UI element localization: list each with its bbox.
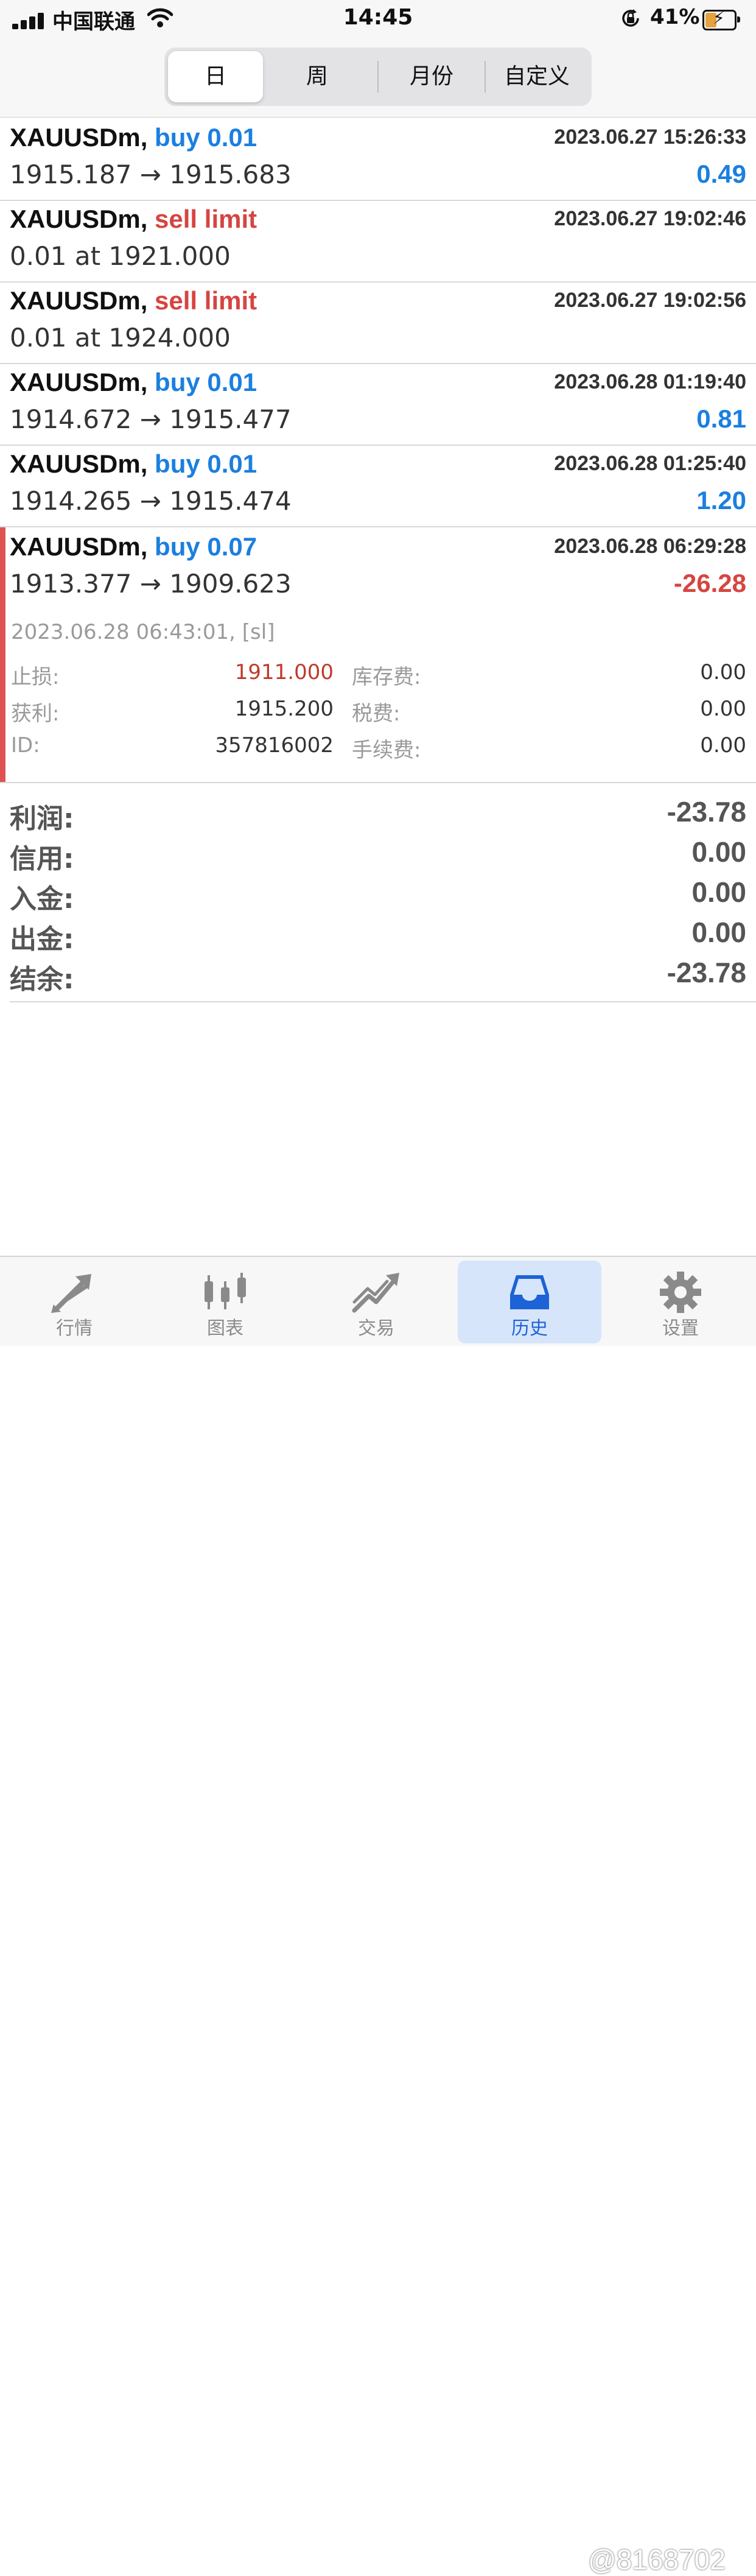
summary-label-credit: 信用: <box>10 843 74 875</box>
stop-loss-value: 1911.000 <box>234 660 334 684</box>
trade-prices: 1914.265 → 1915.474 <box>10 486 292 516</box>
summary-value-credit: 0.00 <box>691 836 746 868</box>
divider <box>10 1001 756 1002</box>
battery-icon: ⚡ <box>702 8 740 30</box>
trade-row[interactable]: XAUUSDm, sell limit 2023.06.27 19:02:56 … <box>0 281 756 364</box>
tab-chart[interactable]: 图表 <box>153 1261 297 1343</box>
trade-row[interactable]: XAUUSDm, buy 0.01 2023.06.27 15:26:33 19… <box>0 118 756 201</box>
trade-action: sell limit <box>155 286 257 315</box>
swap-value: 0.00 <box>700 660 746 684</box>
tax-label: 税费: <box>352 702 401 726</box>
summary-label-deposit: 入金: <box>10 884 74 915</box>
summary-value-deposit: 0.00 <box>691 876 746 908</box>
commission-value: 0.00 <box>700 733 746 758</box>
swap-label: 库存费: <box>352 665 421 689</box>
trade-prices: 0.01 at 1924.000 <box>10 323 231 353</box>
orientation-lock-icon <box>622 9 639 27</box>
header: 中国联通 14:45 41% ⚡ 日 周 月份 自定义 <box>0 0 756 118</box>
history-inbox-icon <box>510 1275 549 1309</box>
trade-datetime: 2023.06.28 01:19:40 <box>554 370 746 393</box>
trade-datetime: 2023.06.27 15:26:33 <box>554 125 746 149</box>
trade-prices: 0.01 at 1921.000 <box>10 241 231 271</box>
period-tab-day[interactable]: 日 <box>168 51 263 102</box>
quotes-arrows-icon <box>51 1274 91 1313</box>
trade-profit: -26.28 <box>673 569 746 597</box>
watermark: @8168702 <box>588 2544 726 2575</box>
battery-percent: 41% <box>650 5 700 29</box>
trade-symbol: XAUUSDm, <box>10 532 148 561</box>
tab-trade[interactable]: 交易 <box>304 1261 448 1343</box>
id-value: 357816002 <box>215 733 334 758</box>
period-tab-week[interactable]: 周 <box>265 51 369 102</box>
period-segmented-control: 日 周 月份 自定义 <box>164 48 592 106</box>
trade-action: buy 0.07 <box>155 532 257 561</box>
id-label: ID: <box>11 733 40 758</box>
trade-symbol: XAUUSDm, <box>10 205 148 233</box>
take-profit-value: 1915.200 <box>234 697 334 721</box>
stop-loss-marker <box>0 527 5 782</box>
stop-loss-label: 止损: <box>11 665 60 689</box>
trade-row[interactable]: XAUUSDm, sell limit 2023.06.27 19:02:46 … <box>0 200 756 283</box>
tax-value: 0.00 <box>700 697 746 721</box>
trade-prices: 1913.377 → 1909.623 <box>10 569 292 599</box>
tab-label: 图表 <box>207 1318 243 1339</box>
close-info: 2023.06.28 06:43:01, [sl] <box>11 620 275 644</box>
trade-prices: 1914.672 → 1915.477 <box>10 404 292 434</box>
status-bar: 中国联通 14:45 41% ⚡ <box>0 0 756 39</box>
commission-label: 手续费: <box>352 738 421 762</box>
summary-label-balance: 结余: <box>10 964 74 995</box>
trade-symbol: XAUUSDm, <box>10 449 148 478</box>
period-tab-month[interactable]: 月份 <box>379 51 485 102</box>
trade-action: buy 0.01 <box>155 368 257 396</box>
trade-symbol: XAUUSDm, <box>10 368 148 396</box>
tab-label: 历史 <box>511 1318 548 1339</box>
trade-profit: 0.81 <box>696 404 746 433</box>
trade-datetime: 2023.06.27 19:02:46 <box>554 207 746 230</box>
tab-quotes[interactable]: 行情 <box>2 1261 146 1343</box>
clock: 14:45 <box>343 5 413 30</box>
trade-row[interactable]: XAUUSDm, buy 0.01 2023.06.28 01:25:40 19… <box>0 445 756 527</box>
trade-datetime: 2023.06.27 19:02:56 <box>554 289 746 312</box>
period-tab-custom[interactable]: 自定义 <box>486 51 588 102</box>
summary-value-profit: -23.78 <box>667 796 746 828</box>
tab-label: 交易 <box>358 1318 394 1339</box>
trade-symbol: XAUUSDm, <box>10 286 148 315</box>
trade-datetime: 2023.06.28 01:25:40 <box>554 452 746 475</box>
trade-trend-icon <box>352 1273 399 1313</box>
summary-label-profit: 利润: <box>10 803 74 834</box>
tab-label: 行情 <box>56 1318 93 1339</box>
tab-history[interactable]: 历史 <box>458 1261 601 1343</box>
trade-row[interactable]: XAUUSDm, buy 0.01 2023.06.28 01:19:40 19… <box>0 363 756 446</box>
tab-settings[interactable]: 设置 <box>609 1261 752 1343</box>
trade-datetime: 2023.06.28 06:29:28 <box>554 535 746 558</box>
trade-action: sell limit <box>155 205 257 233</box>
trade-profit: 1.20 <box>696 486 746 515</box>
summary-label-withdrawal: 出金: <box>10 924 74 955</box>
summary-value-withdrawal: 0.00 <box>691 917 746 948</box>
summary-value-balance: -23.78 <box>667 957 746 988</box>
trade-profit: 0.49 <box>696 160 746 188</box>
tab-label: 设置 <box>662 1318 699 1339</box>
take-profit-label: 获利: <box>11 702 60 726</box>
trade-action: buy 0.01 <box>155 449 257 478</box>
gear-icon <box>660 1272 701 1313</box>
trade-action: buy 0.01 <box>155 123 257 152</box>
trade-symbol: XAUUSDm, <box>10 123 148 152</box>
bottom-tab-bar: 行情 图表 交易 历史 设置 @8168702 <box>0 1256 756 2575</box>
trade-prices: 1915.187 → 1915.683 <box>10 160 292 189</box>
trade-row-expanded[interactable]: XAUUSDm, buy 0.07 2023.06.28 06:29:28 19… <box>0 527 756 783</box>
candlestick-chart-icon <box>205 1273 246 1309</box>
